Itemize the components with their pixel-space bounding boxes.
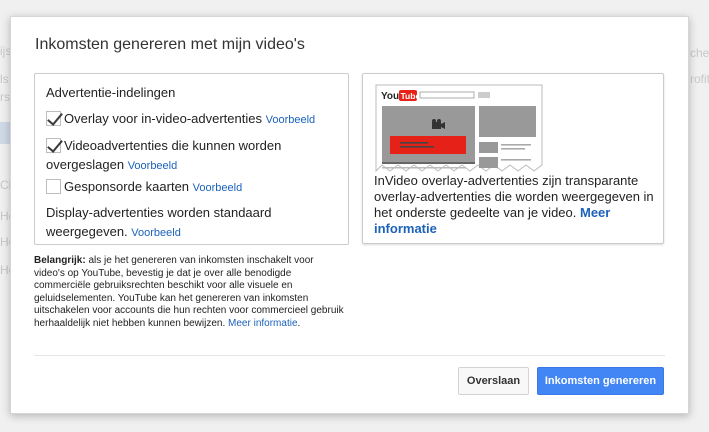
- more-info-link[interactable]: Meer informatie: [228, 318, 297, 329]
- display-ads-note: Display-advertenties worden standaard we…: [46, 203, 271, 243]
- ad-formats-panel: Advertentie-indelingen Overlay voor in-v…: [34, 73, 349, 245]
- important-notice: Belangrijk: als je het genereren van ink…: [34, 255, 346, 330]
- youtube-logo-tube: Tube: [401, 91, 421, 101]
- preview-link[interactable]: Voorbeeld: [128, 160, 178, 172]
- option-label: Overlay voor in-video-advertenties: [64, 111, 262, 126]
- sponsored-cards-checkbox[interactable]: [46, 179, 61, 194]
- important-label: Belangrijk:: [34, 255, 86, 266]
- overlay-ad-banner: [390, 136, 466, 154]
- display-note-text: weergegeven.: [46, 224, 128, 239]
- option-overlay: Overlay voor in-video-advertenties Voorb…: [46, 109, 315, 130]
- preview-link[interactable]: Voorbeeld: [131, 227, 181, 239]
- preview-description: InVideo overlay-advertenties zijn transp…: [374, 173, 656, 237]
- skippable-checkbox[interactable]: [46, 138, 61, 153]
- bg-text-fragment: rofite: [690, 72, 709, 86]
- youtube-logo-you: You: [381, 91, 399, 102]
- preview-description-text: InVideo overlay-advertenties zijn transp…: [374, 173, 654, 220]
- overlay-preview-illustration: You Tube: [375, 84, 543, 173]
- option-sponsored-cards: Gesponsorde kaarten Voorbeeld: [46, 177, 242, 198]
- more-info-link[interactable]: informatie: [374, 221, 437, 236]
- display-note-text: Display-advertenties worden standaard: [46, 205, 272, 220]
- more-info-link[interactable]: Meer: [580, 205, 610, 220]
- option-skippable: Videoadvertenties die kunnen worden over…: [46, 136, 281, 176]
- ad-formats-heading: Advertentie-indelingen: [46, 85, 176, 100]
- preview-link[interactable]: Voorbeeld: [266, 114, 316, 126]
- ad-preview-panel: You Tube InVideo overlay-advertenties zi…: [362, 73, 664, 244]
- option-label: overgeslagen: [46, 157, 125, 172]
- preview-link[interactable]: Voorbeeld: [193, 182, 243, 194]
- option-label: Videoadvertenties die kunnen worden: [64, 138, 282, 153]
- bg-selected-item: [0, 122, 10, 144]
- skip-button[interactable]: Overslaan: [458, 367, 529, 395]
- bg-text-fragment: chet_: [690, 46, 709, 60]
- dialog-title: Inkomsten genereren met mijn video's: [35, 36, 305, 53]
- footer-divider: [34, 355, 665, 356]
- enable-monetization-button[interactable]: Inkomsten genereren: [537, 367, 664, 395]
- monetization-dialog: Inkomsten genereren met mijn video's Adv…: [10, 16, 689, 414]
- overlay-checkbox[interactable]: [46, 111, 61, 126]
- important-period: .: [297, 317, 301, 329]
- option-label: Gesponsorde kaarten: [64, 179, 190, 194]
